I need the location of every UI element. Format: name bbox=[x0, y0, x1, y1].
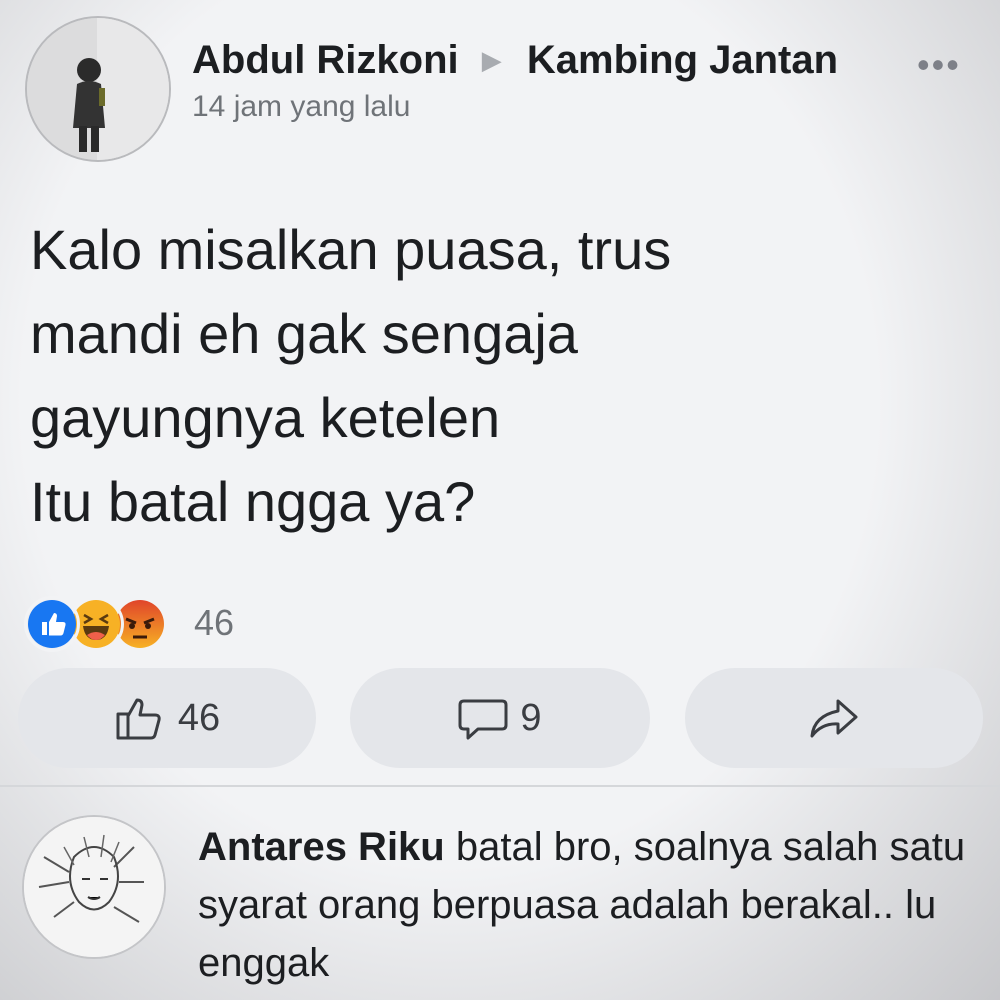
reaction-count: 46 bbox=[194, 602, 235, 643]
comment-button[interactable]: 9 bbox=[350, 668, 650, 768]
section-divider bbox=[0, 785, 1000, 787]
more-options-icon[interactable]: ••• bbox=[917, 44, 961, 86]
post-actions: 46 9 bbox=[0, 668, 1000, 768]
like-button[interactable]: 46 bbox=[18, 668, 316, 768]
post-header: Abdul Rizkoni ▶ Kambing Jantan ••• 14 ja… bbox=[22, 14, 982, 164]
comment-bubble-icon bbox=[458, 699, 508, 740]
post-timestamp[interactable]: 14 jam yang lalu bbox=[192, 90, 410, 124]
post-text-line: Itu batal ngga ya? bbox=[30, 470, 476, 533]
like-count: 46 bbox=[177, 696, 221, 739]
comment-body: Antares Riku batal bro, soalnya salah sa… bbox=[198, 818, 988, 992]
author-avatar-image bbox=[27, 18, 169, 160]
author-name[interactable]: Abdul Rizkoni bbox=[192, 38, 459, 82]
comment-count: 9 bbox=[520, 696, 542, 739]
comment-item: Antares Riku batal bro, soalnya salah sa… bbox=[22, 810, 992, 995]
post-text-line: gayungnya ketelen bbox=[30, 386, 501, 449]
share-arrow-icon bbox=[810, 699, 858, 738]
commenter-avatar[interactable] bbox=[22, 815, 166, 959]
commenter-name[interactable]: Antares Riku bbox=[198, 825, 445, 869]
commenter-avatar-image bbox=[24, 817, 164, 957]
like-icon bbox=[24, 596, 80, 652]
share-button[interactable] bbox=[685, 668, 983, 768]
play-arrow-icon: ▶ bbox=[481, 44, 502, 75]
post-text: Kalo misalkan puasa, trus mandi eh gak s… bbox=[30, 208, 960, 544]
post-text-line: mandi eh gak sengaja bbox=[30, 302, 578, 365]
post-text-line: Kalo misalkan puasa, trus bbox=[30, 218, 672, 281]
thumbs-up-icon bbox=[116, 698, 161, 740]
author-line: Abdul Rizkoni ▶ Kambing Jantan bbox=[192, 36, 838, 83]
group-name[interactable]: Kambing Jantan bbox=[527, 38, 838, 82]
author-avatar[interactable] bbox=[25, 16, 171, 162]
